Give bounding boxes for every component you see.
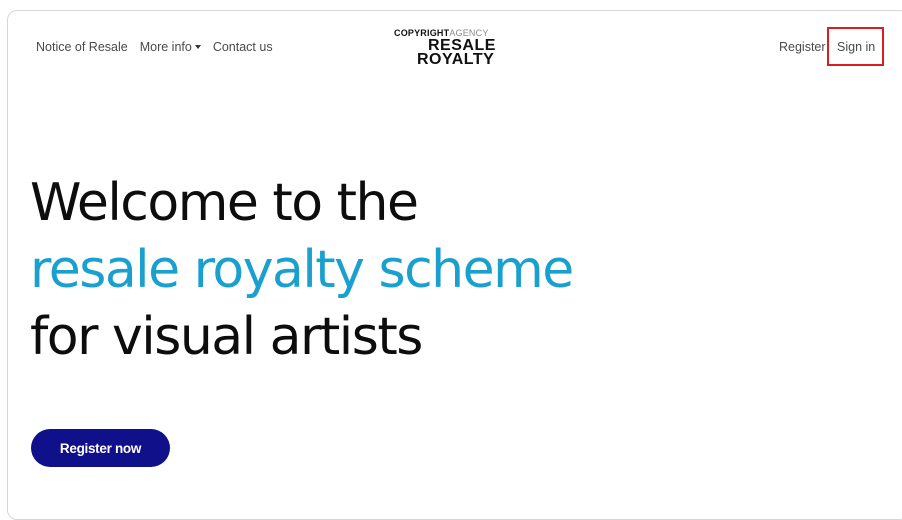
register-link[interactable]: Register	[779, 40, 826, 54]
logo-line-royalty: ROYALTY	[417, 51, 495, 68]
nav-link-notice-of-resale[interactable]: Notice of Resale	[36, 40, 128, 54]
signin-link[interactable]: Sign in	[837, 40, 875, 54]
top-navigation: Notice of Resale More info Contact us CO…	[0, 0, 902, 100]
resale-royalty-logo[interactable]: COPYRIGHTAGENCY RESALE ROYALTY	[394, 28, 506, 72]
hero-line-3: for visual artists	[30, 307, 423, 367]
hero-line-2: resale royalty scheme	[30, 240, 574, 300]
chevron-down-icon	[194, 44, 201, 49]
more-info-label: More info	[139, 40, 192, 54]
primary-nav-links: Notice of Resale More info Contact us	[36, 40, 285, 54]
hero-heading: Welcome to the resale royalty scheme for…	[30, 170, 574, 371]
nav-link-contact-us[interactable]: Contact us	[213, 40, 273, 54]
nav-link-more-info[interactable]: More info	[140, 40, 201, 54]
hero-line-1: Welcome to the	[30, 173, 419, 233]
register-now-button[interactable]: Register now	[31, 429, 170, 467]
